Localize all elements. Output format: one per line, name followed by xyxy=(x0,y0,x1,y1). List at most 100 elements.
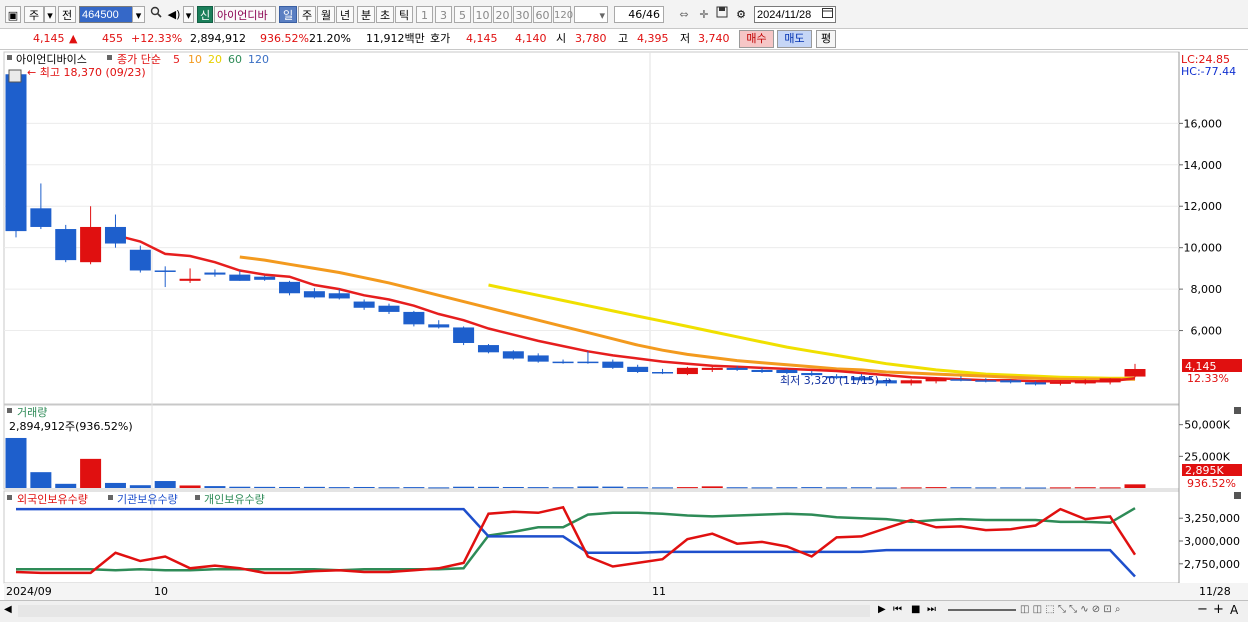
interval-10[interactable]: 10 xyxy=(473,6,492,23)
panel-close-icon[interactable] xyxy=(1234,407,1241,414)
hc-label: HC:-77.44 xyxy=(1181,65,1236,78)
period-tick[interactable]: 틱 xyxy=(395,6,413,23)
volume-bar xyxy=(353,486,375,488)
interval-3[interactable]: 3 xyxy=(435,6,452,23)
price-legend: 아이언디바이스 종가 단순 5 10 20 60 120 xyxy=(7,53,269,66)
volume-bar xyxy=(179,485,201,488)
scroll-icon[interactable]: ⇔ xyxy=(676,6,692,23)
legend-individual: 개인보유수량 xyxy=(204,493,265,506)
table-icon[interactable] xyxy=(8,69,22,83)
market-label: 주 xyxy=(28,9,40,22)
volume-bar xyxy=(527,487,549,489)
period-day[interactable]: 일 xyxy=(279,6,297,23)
scroll-left-icon[interactable]: ◀ xyxy=(4,604,12,615)
candle-body xyxy=(627,366,649,372)
interval-label: 30 xyxy=(515,9,530,22)
high-label: 고 xyxy=(618,32,629,45)
open-label: 시 xyxy=(556,32,567,45)
volume-panel xyxy=(3,404,1180,490)
text-size-icon[interactable]: A xyxy=(1230,603,1238,617)
period-minute[interactable]: 분 xyxy=(357,6,375,23)
zoom-plus-icon[interactable]: + xyxy=(1213,602,1224,617)
custom-interval-select[interactable]: ▾ xyxy=(574,6,608,23)
volume-bar xyxy=(55,483,77,488)
sell-button[interactable]: 매도 xyxy=(777,30,812,48)
interval-30[interactable]: 30 xyxy=(513,6,532,23)
candle-body xyxy=(55,229,77,261)
bid-price: 4,140 xyxy=(515,32,547,45)
gear-icon[interactable]: ⚙ xyxy=(733,6,749,23)
period-month[interactable]: 월 xyxy=(317,6,335,23)
avg-button[interactable]: 평 xyxy=(816,30,836,48)
chevron-down-icon[interactable]: ▾ xyxy=(183,6,194,23)
stock-name-label: 아이언디바 xyxy=(217,9,268,22)
drawing-tools-icon[interactable]: ◫ ◫ ⬚ ⤡ ⤡ ∿ ⊘ ⊡ ⌕ xyxy=(1020,604,1121,615)
avg-label: 평 xyxy=(820,32,832,45)
speaker-icon[interactable]: ◀) xyxy=(166,6,182,23)
chevron-down-icon[interactable]: ▾ xyxy=(132,6,145,23)
interval-label: 5 xyxy=(459,9,466,22)
calendar-icon[interactable] xyxy=(820,6,834,23)
candle-body xyxy=(1099,378,1121,383)
candle-body xyxy=(900,380,922,384)
y-tick-label: 6,000 xyxy=(1191,325,1223,338)
interval-label: 120 xyxy=(554,10,574,21)
period-year[interactable]: 년 xyxy=(336,6,354,23)
stop-icon[interactable]: ■ xyxy=(911,604,920,615)
volume-bar xyxy=(477,486,499,488)
save-icon[interactable] xyxy=(714,6,730,23)
holdings-legend: 외국인보유수량 기관보유수량 개인보유수량 xyxy=(7,493,265,506)
scroll-track[interactable] xyxy=(18,605,870,617)
search-icon[interactable] xyxy=(148,6,163,23)
candle-body xyxy=(975,380,997,382)
prev-button[interactable]: 전 xyxy=(58,6,76,23)
first-icon[interactable]: ⏮ xyxy=(893,604,902,615)
interval-20[interactable]: 20 xyxy=(493,6,512,23)
candle-body xyxy=(726,367,748,370)
period-week[interactable]: 주 xyxy=(298,6,316,23)
volume-bar xyxy=(1124,484,1146,488)
interval-1[interactable]: 1 xyxy=(416,6,433,23)
interval-5[interactable]: 5 xyxy=(454,6,471,23)
volume-bar xyxy=(1099,487,1121,489)
volume-bar xyxy=(925,487,947,489)
play-icon[interactable]: ▶ xyxy=(878,604,886,615)
volume-bar xyxy=(303,486,325,488)
high-annotation: ← 최고 18,370 (09/23) xyxy=(27,66,146,79)
chevron-down-icon: ▾ xyxy=(599,9,605,22)
candle-body xyxy=(1124,368,1146,377)
volume-bar xyxy=(1025,487,1047,489)
candle-body xyxy=(428,324,450,328)
page-info: 46/46 xyxy=(614,6,664,23)
zoom-slider[interactable] xyxy=(948,609,1016,611)
window-icon[interactable]: ▣ xyxy=(5,6,21,23)
last-icon[interactable]: ⏭ xyxy=(927,604,936,615)
market-select[interactable]: 주 xyxy=(24,6,44,23)
candle-body xyxy=(1025,382,1047,385)
chevron-down-icon[interactable]: ▾ xyxy=(44,6,56,23)
zoom-minus-icon[interactable]: − xyxy=(1197,602,1208,617)
x-axis-label: 10 xyxy=(154,585,168,598)
volume-bar xyxy=(5,437,27,488)
x-axis-label: 11/28 xyxy=(1199,585,1231,598)
buy-button[interactable]: 매수 xyxy=(739,30,774,48)
interval-60[interactable]: 60 xyxy=(533,6,552,23)
candle-body xyxy=(104,226,126,244)
stock-chart[interactable]: 6,000 8,000 10,000 12,000 14,000 16,000 아이언디바… xyxy=(0,50,1248,600)
badge-label: 신 xyxy=(199,9,211,22)
interval-120[interactable]: 120 xyxy=(553,6,574,23)
crosshair-icon[interactable]: ✛ xyxy=(696,6,712,23)
period-label: 틱 xyxy=(398,9,410,22)
legend-stock-name: 아이언디바이스 xyxy=(16,53,87,66)
period-label: 월 xyxy=(320,9,332,22)
candle-body xyxy=(353,301,375,308)
legend-ma10: 10 xyxy=(188,53,202,66)
candle-body xyxy=(129,249,151,271)
volume-bar xyxy=(428,487,450,489)
legend-ma120: 120 xyxy=(248,53,269,66)
volume-bar xyxy=(229,486,251,488)
panel-close-icon[interactable] xyxy=(1234,492,1241,499)
period-second[interactable]: 초 xyxy=(376,6,394,23)
volume-bar xyxy=(1000,487,1022,489)
volume-bar xyxy=(950,487,972,489)
